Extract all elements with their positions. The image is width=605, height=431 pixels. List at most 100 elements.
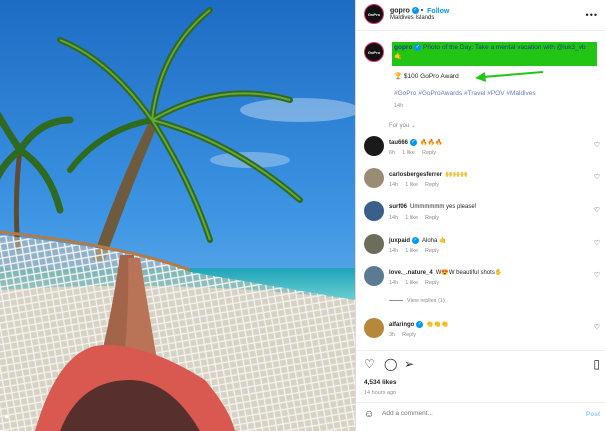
- comment-text: W😍W beautiful shots✋: [435, 270, 503, 276]
- comment-text: 👏👏👏: [426, 322, 449, 329]
- comment-username[interactable]: love._.nature_4: [389, 270, 433, 276]
- comment-heart-icon[interactable]: ♡: [594, 323, 600, 331]
- reply-button[interactable]: Reply: [425, 215, 439, 221]
- comment-row: tau666 ✓ 🔥🔥🔥 6h 1 like Reply ♡: [364, 136, 600, 166]
- comment-meta: 14h 1 like Reply: [389, 280, 446, 286]
- comment-username[interactable]: alfaringo: [389, 322, 414, 328]
- comment-time: 14h: [389, 248, 399, 254]
- comment-text: 🔥🔥🔥: [420, 140, 443, 147]
- comment-heart-icon[interactable]: ♡: [594, 239, 600, 247]
- verified-icon: ✓: [416, 321, 424, 328]
- comment-avatar[interactable]: [364, 266, 384, 286]
- comment-likes[interactable]: 1 like: [402, 150, 415, 156]
- caption-body: Photo of the Day: Take a mental vacation…: [423, 44, 586, 51]
- shaka-emoji: 🤙: [394, 53, 403, 60]
- comment-row: surf06 Ummmmmm yes please! 14h 1 like Reply ♡: [364, 201, 600, 231]
- comment-meta: 3h Reply: [389, 332, 423, 338]
- sort-label: For you: [389, 123, 410, 129]
- likes-count[interactable]: 4,534 likes: [364, 379, 397, 386]
- award-line: 🏆 $100 GoPro Award: [394, 72, 459, 80]
- location-link[interactable]: Maldives Islands: [390, 15, 449, 21]
- comment-body: alfaringo ✓ 👏👏👏: [389, 321, 449, 328]
- post-sidebar: GoPro gopro ✓ • Follow Maldives Islands …: [355, 0, 605, 431]
- beach-hammock-photo: [0, 0, 355, 431]
- comment-row: love._.nature_4 W😍W beautiful shots✋ 14h 1 …: [364, 266, 600, 296]
- comment-username[interactable]: surf06: [389, 204, 407, 210]
- person-icon[interactable]: ●: [4, 412, 9, 421]
- caption-time: 14h: [394, 103, 404, 109]
- caption-author[interactable]: gopro: [394, 44, 412, 51]
- verified-icon: ✓: [410, 139, 418, 146]
- caption-text: gopro ✓ Photo of the Day: Take a mental …: [394, 43, 594, 61]
- action-bar: ♡ ◯ ➢ ▯: [364, 357, 600, 373]
- post-photo[interactable]: ●: [0, 0, 355, 431]
- hashtags[interactable]: #GoPro #GoProAwards #Travel #POV #Maldiv…: [394, 90, 536, 97]
- comment-meta: 14h 1 like Reply: [389, 248, 446, 254]
- comment-row: carlosbergesferrer 🙌🙌🙌 14h 1 like Reply ♡: [364, 168, 600, 198]
- comment-input[interactable]: [382, 410, 562, 417]
- more-icon[interactable]: •••: [586, 10, 598, 20]
- post-button[interactable]: Post: [586, 411, 600, 418]
- comment-username[interactable]: carlosbergesferrer: [389, 172, 442, 178]
- reply-button[interactable]: Reply: [425, 182, 439, 188]
- comment-composer: ☺ Post: [364, 409, 600, 423]
- comment-likes[interactable]: 1 like: [405, 280, 418, 286]
- comment-text: Aloha 🤙: [422, 238, 447, 245]
- chevron-down-icon: ⌄: [411, 123, 417, 129]
- comment-avatar[interactable]: [364, 318, 384, 338]
- comment-username[interactable]: tau666: [389, 140, 408, 146]
- reply-button[interactable]: Reply: [402, 332, 416, 338]
- emoji-icon[interactable]: ☺: [364, 409, 374, 420]
- reply-button[interactable]: Reply: [422, 150, 436, 156]
- comment-body: surf06 Ummmmmm yes please!: [389, 204, 476, 210]
- heart-icon[interactable]: ♡: [364, 357, 375, 371]
- author-username[interactable]: gopro: [390, 8, 410, 15]
- comment-time: 3h: [389, 332, 396, 338]
- comment-username[interactable]: juxpaid: [389, 238, 410, 244]
- comment-meta: 14h 1 like Reply: [389, 215, 446, 221]
- comment-meta: 6h 1 like Reply: [389, 150, 443, 156]
- comment-sort-dropdown[interactable]: For you ⌄: [389, 122, 416, 129]
- composer-divider: [356, 402, 605, 403]
- comment-heart-icon[interactable]: ♡: [594, 141, 600, 149]
- post-header: GoPro gopro ✓ • Follow Maldives Islands …: [364, 4, 600, 26]
- actions-divider: [356, 350, 605, 351]
- comment-meta: 14h 1 like Reply: [389, 182, 446, 188]
- bookmark-icon[interactable]: ▯: [593, 357, 600, 371]
- author-avatar[interactable]: GoPro: [364, 4, 384, 24]
- comment-avatar[interactable]: [364, 234, 384, 254]
- comment-heart-icon[interactable]: ♡: [594, 206, 600, 214]
- comment-heart-icon[interactable]: ♡: [594, 271, 600, 279]
- caption-avatar[interactable]: GoPro: [364, 42, 384, 62]
- comment-likes[interactable]: 1 like: [405, 248, 418, 254]
- post-timestamp: 14 hours ago: [364, 390, 397, 396]
- comment-likes[interactable]: 1 like: [405, 215, 418, 221]
- header-divider: [356, 30, 605, 31]
- comment-icon[interactable]: ◯: [384, 357, 397, 371]
- verified-icon: ✓: [412, 237, 420, 244]
- comment-time: 14h: [389, 215, 399, 221]
- comment-time: 6h: [389, 150, 396, 156]
- comment-row: alfaringo ✓ 👏👏👏 3h Reply ♡: [364, 318, 600, 348]
- comment-body: love._.nature_4 W😍W beautiful shots✋: [389, 269, 502, 276]
- comment-likes[interactable]: 1 like: [405, 182, 418, 188]
- comment-text: 🙌🙌🙌: [445, 172, 468, 178]
- comment-avatar[interactable]: [364, 168, 384, 188]
- comment-heart-icon[interactable]: ♡: [594, 173, 600, 181]
- share-icon[interactable]: ➢: [404, 357, 414, 371]
- comment-text: Ummmmmm yes please!: [410, 204, 477, 210]
- annotation-arrow: [475, 71, 544, 82]
- comment-row: juxpaid ✓ Aloha 🤙 14h 1 like Reply ♡: [364, 234, 600, 264]
- comment-time: 14h: [389, 182, 399, 188]
- comment-avatar[interactable]: [364, 136, 384, 156]
- follow-button[interactable]: Follow: [427, 8, 449, 15]
- comment-time: 14h: [389, 280, 399, 286]
- view-replies-button[interactable]: View replies (1): [389, 298, 445, 304]
- verified-icon: ✓: [414, 43, 422, 51]
- reply-button[interactable]: Reply: [425, 248, 439, 254]
- reply-button[interactable]: Reply: [425, 280, 439, 286]
- verified-icon: ✓: [411, 7, 419, 15]
- comment-body: juxpaid ✓ Aloha 🤙: [389, 237, 447, 244]
- comment-avatar[interactable]: [364, 201, 384, 221]
- comment-body: tau666 ✓ 🔥🔥🔥: [389, 139, 442, 146]
